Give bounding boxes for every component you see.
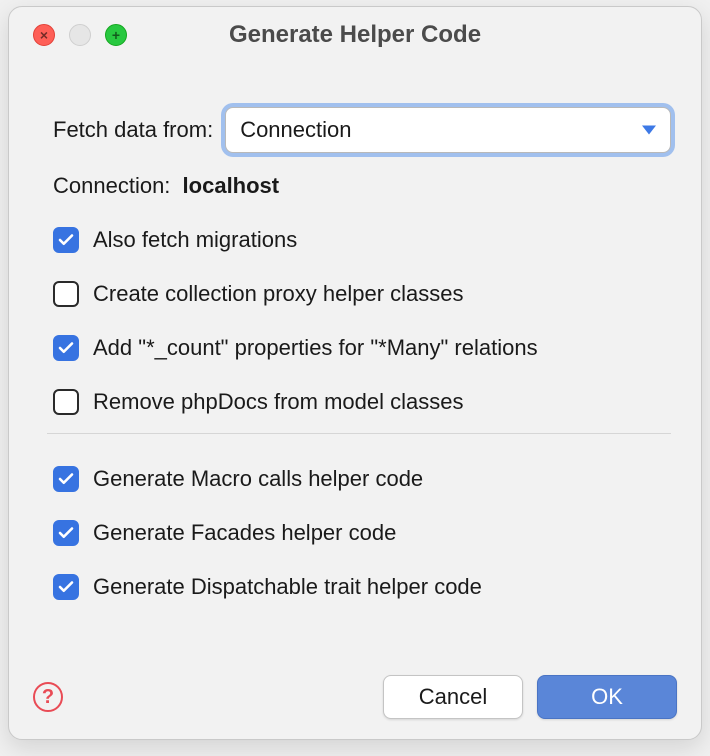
dialog-window: × + Generate Helper Code Fetch data from… xyxy=(8,6,702,740)
dialog-body: Fetch data from: Connection Connection: … xyxy=(9,63,701,663)
divider xyxy=(47,433,671,434)
check-icon xyxy=(57,339,75,357)
checkbox-remove-phpdocs[interactable] xyxy=(53,389,79,415)
titlebar: × + Generate Helper Code xyxy=(9,7,701,63)
option-label: Also fetch migrations xyxy=(93,227,297,253)
checkbox-gen-macro[interactable] xyxy=(53,466,79,492)
option-label: Generate Macro calls helper code xyxy=(93,466,423,492)
connection-row: Connection: localhost xyxy=(53,173,671,199)
checkbox-gen-facades[interactable] xyxy=(53,520,79,546)
checkbox-add-count-props[interactable] xyxy=(53,335,79,361)
option-label: Generate Dispatchable trait helper code xyxy=(93,574,482,600)
maximize-icon[interactable]: + xyxy=(105,24,127,46)
minimize-icon[interactable] xyxy=(69,24,91,46)
option-add-count-props: Add "*_count" properties for "*Many" rel… xyxy=(53,321,671,375)
option-label: Create collection proxy helper classes xyxy=(93,281,464,307)
option-label: Remove phpDocs from model classes xyxy=(93,389,463,415)
checkbox-gen-dispatchable[interactable] xyxy=(53,574,79,600)
close-icon[interactable]: × xyxy=(33,24,55,46)
connection-label: Connection: xyxy=(53,173,170,198)
check-icon xyxy=(57,578,75,596)
check-icon xyxy=(57,231,75,249)
check-icon xyxy=(57,524,75,542)
options-group-b: Generate Macro calls helper code Generat… xyxy=(53,452,671,614)
option-label: Add "*_count" properties for "*Many" rel… xyxy=(93,335,538,361)
fetch-label: Fetch data from: xyxy=(53,117,213,143)
option-label: Generate Facades helper code xyxy=(93,520,396,546)
option-gen-facades: Generate Facades helper code xyxy=(53,506,671,560)
cancel-button[interactable]: Cancel xyxy=(383,675,523,719)
fetch-select[interactable]: Connection xyxy=(225,107,671,153)
chevron-down-icon xyxy=(642,126,656,135)
checkbox-create-collection-proxy[interactable] xyxy=(53,281,79,307)
option-gen-macro: Generate Macro calls helper code xyxy=(53,452,671,506)
fetch-row: Fetch data from: Connection xyxy=(53,107,671,153)
help-icon[interactable]: ? xyxy=(33,682,63,712)
fetch-selected-value: Connection xyxy=(240,117,351,143)
window-controls: × + xyxy=(9,24,127,46)
check-icon xyxy=(57,470,75,488)
option-gen-dispatchable: Generate Dispatchable trait helper code xyxy=(53,560,671,614)
ok-button[interactable]: OK xyxy=(537,675,677,719)
option-remove-phpdocs: Remove phpDocs from model classes xyxy=(53,375,671,429)
option-also-fetch-migrations: Also fetch migrations xyxy=(53,213,671,267)
options-group-a: Also fetch migrations Create collection … xyxy=(53,213,671,429)
checkbox-also-fetch-migrations[interactable] xyxy=(53,227,79,253)
connection-value: localhost xyxy=(183,173,280,198)
option-create-collection-proxy: Create collection proxy helper classes xyxy=(53,267,671,321)
dialog-footer: ? Cancel OK xyxy=(9,663,701,739)
